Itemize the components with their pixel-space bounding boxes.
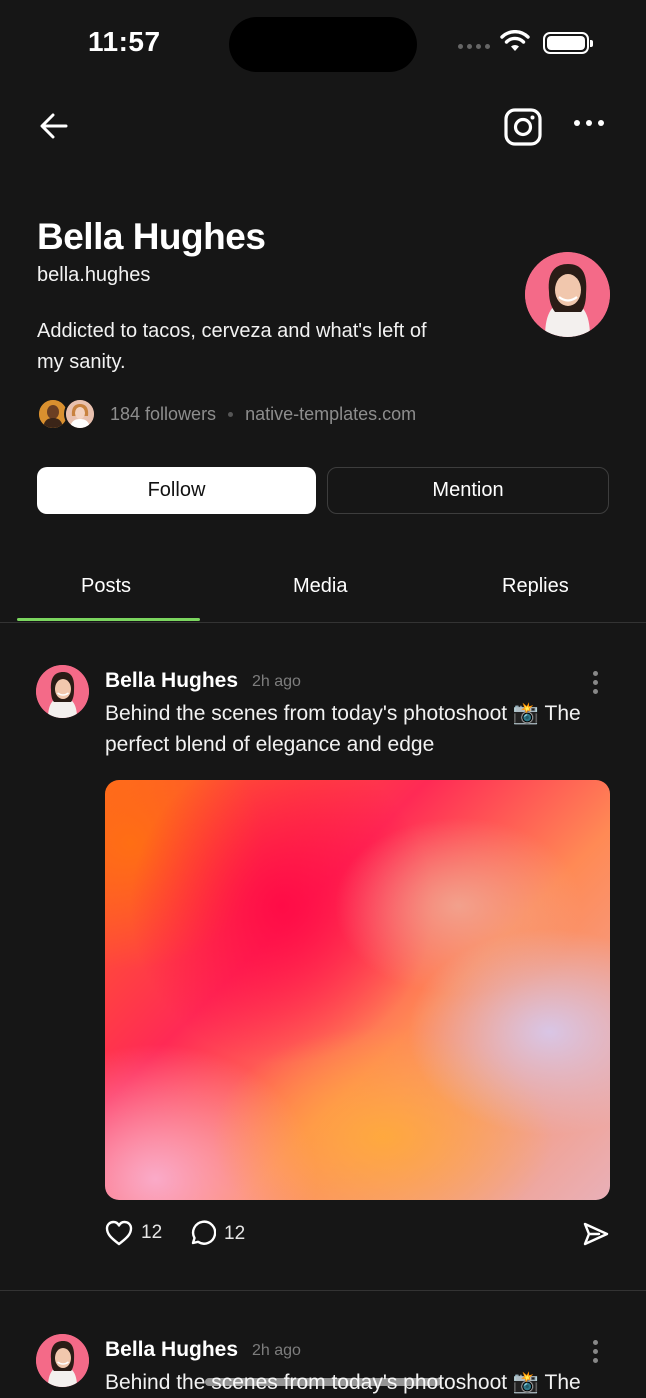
profile-bio: Addicted to tacos, cerveza and what's le…	[37, 320, 427, 373]
mention-button[interactable]: Mention	[327, 467, 609, 514]
post-author[interactable]: Bella Hughes	[105, 1338, 238, 1362]
dynamic-island	[229, 17, 417, 72]
kebab-icon[interactable]	[593, 1340, 598, 1363]
instagram-icon[interactable]	[503, 107, 543, 152]
post-author[interactable]: Bella Hughes	[105, 669, 238, 693]
heart-icon	[105, 1220, 133, 1246]
tab-posts[interactable]: Posts	[81, 575, 131, 598]
post-text: Behind the scenes from today's photoshoo…	[105, 702, 581, 756]
share-action[interactable]	[582, 1220, 610, 1248]
tab-active-indicator	[17, 618, 200, 621]
profile-meta: 184 followers native-templates.com	[110, 404, 416, 425]
follow-button[interactable]: Follow	[37, 467, 316, 514]
post-image[interactable]	[105, 780, 610, 1200]
wifi-icon	[500, 30, 530, 59]
profile-name: Bella Hughes	[37, 216, 266, 257]
post-time: 2h ago	[252, 1342, 301, 1359]
tab-media[interactable]: Media	[293, 575, 347, 598]
profile-handle: bella.hughes	[37, 264, 151, 286]
comment-count: 12	[224, 1222, 246, 1244]
divider	[0, 622, 646, 623]
like-count: 12	[141, 1222, 163, 1243]
post-time: 2h ago	[252, 673, 301, 690]
battery-icon	[543, 32, 593, 54]
follower-count[interactable]: 184 followers	[110, 404, 216, 425]
send-icon	[583, 1222, 609, 1246]
signal-icon	[458, 44, 490, 49]
comment-icon	[191, 1220, 216, 1245]
post-avatar[interactable]	[36, 665, 89, 718]
back-arrow-icon[interactable]	[38, 110, 70, 147]
home-indicator[interactable]	[205, 1378, 441, 1386]
like-action[interactable]: 12	[105, 1220, 162, 1246]
more-icon[interactable]	[574, 120, 604, 126]
tab-replies[interactable]: Replies	[502, 575, 569, 598]
kebab-icon[interactable]	[593, 671, 598, 694]
post-avatar[interactable]	[36, 1334, 89, 1387]
comment-action[interactable]: 12	[189, 1220, 245, 1247]
status-time: 11:57	[88, 26, 161, 57]
website-link[interactable]: native-templates.com	[245, 404, 416, 425]
profile-avatar[interactable]	[525, 252, 610, 337]
divider	[0, 1290, 646, 1291]
follower-avatar	[64, 398, 96, 430]
meta-separator	[228, 412, 234, 417]
